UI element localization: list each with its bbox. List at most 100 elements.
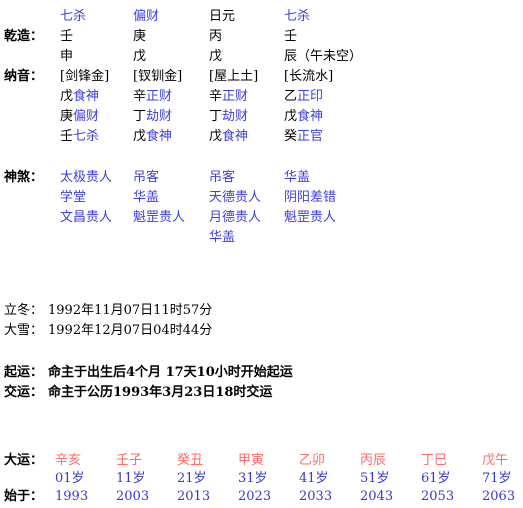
gender-pillars-label: 乾造： [4, 29, 44, 44]
nayin-day: [屋上土] [209, 69, 259, 84]
shensha-row-3: 文昌贵人 魁罡贵人 月德贵人 魁罡贵人 [0, 207, 523, 229]
dayun-year-6: 2043 [360, 489, 394, 504]
nayin-year: [剑锋金] [60, 69, 110, 84]
heavenly-stem-hour: 壬 [284, 29, 298, 44]
shiyu-label: 始于： [4, 489, 44, 504]
hidden-stem-god: 正财 [146, 89, 173, 104]
shensha-hour-3: 魁罡贵人 [284, 210, 337, 225]
hidden-stem-char: 辛 [209, 89, 223, 104]
hidden-stem-char: 戊 [133, 129, 147, 144]
shensha-day-1: 吊客 [209, 170, 236, 185]
shensha-day-3: 月德贵人 [209, 210, 262, 225]
hidden-stem-god: 偏财 [73, 109, 100, 124]
shensha-day-2: 天德贵人 [209, 190, 262, 205]
lidong-label: 立冬： [4, 303, 44, 318]
shensha-hour-2: 阴阳差错 [284, 190, 337, 205]
dayun-year-1: 1993 [55, 489, 89, 504]
shensha-year-3: 文昌贵人 [60, 210, 113, 225]
hidden-stems-row-2: 庚偏财 丁劫财 丁劫财 戊食神 [0, 106, 523, 128]
hidden-stem-char: 戊 [209, 129, 223, 144]
hidden-stem-day-1: 辛正财 [209, 86, 248, 108]
hidden-stem-char: 丁 [209, 109, 223, 124]
hidden-stem-god: 正官 [297, 129, 324, 144]
earthly-branches-row: 申 戊 戊 辰（午未空） [0, 46, 523, 68]
hidden-stem-month-3: 戊食神 [133, 126, 172, 148]
hidden-stem-god: 劫财 [146, 109, 173, 124]
hidden-stem-god: 食神 [146, 129, 173, 144]
daxue-label: 大雪： [4, 323, 44, 338]
daxue-row: 大雪： 1992年12月07日04时44分 [0, 320, 523, 342]
hidden-stem-hour-1: 乙正印 [284, 86, 323, 108]
hidden-stems-row-3: 壬七杀 戊食神 戊食神 癸正官 [0, 126, 523, 148]
shensha-row-1: 神煞： 太极贵人 吊客 吊客 华盖 [0, 167, 523, 189]
shensha-day-4: 华盖 [209, 230, 236, 245]
hidden-stem-char: 癸 [284, 129, 298, 144]
hidden-stem-god: 食神 [222, 129, 249, 144]
earthly-branch-day: 戊 [209, 49, 223, 64]
shensha-month-2: 华盖 [133, 190, 160, 205]
qiyun-label: 起运： [4, 365, 44, 380]
shensha-month-3: 魁罡贵人 [133, 210, 186, 225]
shensha-row-2: 学堂 华盖 天德贵人 阴阳差错 [0, 187, 523, 209]
hidden-stem-char: 丁 [133, 109, 147, 124]
hidden-stem-god: 七杀 [73, 129, 100, 144]
hidden-stems-row-1: 戊食神 辛正财 辛正财 乙正印 [0, 86, 523, 108]
jiaoyun-value: 命主于公历1993年3月23日18时交运 [48, 385, 273, 400]
hidden-stem-char: 庚 [60, 109, 74, 124]
heavenly-stem-day: 丙 [209, 29, 223, 44]
nayin-row: 纳音： [剑锋金] [钗钏金] [屋上土] [长流水] [0, 66, 523, 88]
hidden-stem-month-2: 丁劫财 [133, 106, 172, 128]
dayun-year-5: 2033 [299, 489, 333, 504]
hidden-stem-year-1: 戊食神 [60, 86, 99, 108]
earthly-branch-month: 戊 [133, 49, 147, 64]
hidden-stem-char: 辛 [133, 89, 147, 104]
hidden-stem-year-3: 壬七杀 [60, 126, 99, 148]
daxue-value: 1992年12月07日04时44分 [48, 323, 213, 338]
shensha-month-1: 吊客 [133, 170, 160, 185]
dayun-year-8: 2063 [482, 489, 516, 504]
hidden-stem-day-2: 丁劫财 [209, 106, 248, 128]
ten-god-hour: 七杀 [284, 9, 311, 24]
hidden-stem-hour-3: 癸正官 [284, 126, 323, 148]
shensha-hour-1: 华盖 [284, 170, 311, 185]
hidden-stem-god: 食神 [73, 89, 100, 104]
heavenly-stem-month: 庚 [133, 29, 147, 44]
nayin-month: [钗钏金] [133, 69, 183, 84]
dayun-year-2: 2003 [116, 489, 150, 504]
dayun-years-row: 始于： 1993 2003 2013 2023 2033 2043 2053 2… [0, 486, 523, 508]
dayun-year-4: 2023 [238, 489, 272, 504]
shensha-year-1: 太极贵人 [60, 170, 113, 185]
hidden-stem-god: 正财 [222, 89, 249, 104]
earthly-branch-hour: 辰（午未空） [284, 49, 363, 64]
ten-god-day: 日元 [209, 9, 236, 24]
heavenly-stem-year: 壬 [60, 29, 74, 44]
heavenly-stems-row: 乾造： 壬 庚 丙 壬 [0, 26, 523, 48]
hidden-stem-char: 戊 [284, 109, 298, 124]
hidden-stem-year-2: 庚偏财 [60, 106, 99, 128]
hidden-stem-day-3: 戊食神 [209, 126, 248, 148]
dayun-year-7: 2053 [421, 489, 455, 504]
ten-god-month: 偏财 [133, 9, 160, 24]
qiyun-row: 起运： 命主于出生后4个月 17天10小时开始起运 [0, 362, 523, 384]
hidden-stem-month-1: 辛正财 [133, 86, 172, 108]
jiaoyun-label: 交运： [4, 385, 44, 400]
qiyun-value: 命主于出生后4个月 17天10小时开始起运 [48, 365, 293, 380]
ten-gods-row: 七杀 偏财 日元 七杀 [0, 6, 523, 28]
hidden-stem-char: 乙 [284, 89, 298, 104]
dayun-year-3: 2013 [177, 489, 211, 504]
hidden-stem-god: 劫财 [222, 109, 249, 124]
nayin-hour: [长流水] [284, 69, 334, 84]
shensha-row-4: 华盖 [0, 227, 523, 249]
hidden-stem-god: 正印 [297, 89, 324, 104]
earthly-branch-year: 申 [60, 49, 74, 64]
shensha-label: 神煞： [4, 170, 44, 185]
hidden-stem-hour-2: 戊食神 [284, 106, 323, 128]
lidong-row: 立冬： 1992年11月07日11时57分 [0, 300, 523, 322]
jiaoyun-row: 交运： 命主于公历1993年3月23日18时交运 [0, 382, 523, 404]
hidden-stem-char: 壬 [60, 129, 74, 144]
bazi-chart: 七杀 偏财 日元 七杀 乾造： 壬 庚 丙 壬 申 戊 戊 辰（午未空） 纳音：… [0, 0, 523, 504]
lidong-value: 1992年11月07日11时57分 [48, 303, 213, 318]
ten-god-year: 七杀 [60, 9, 87, 24]
shensha-year-2: 学堂 [60, 190, 87, 205]
hidden-stem-char: 戊 [60, 89, 74, 104]
